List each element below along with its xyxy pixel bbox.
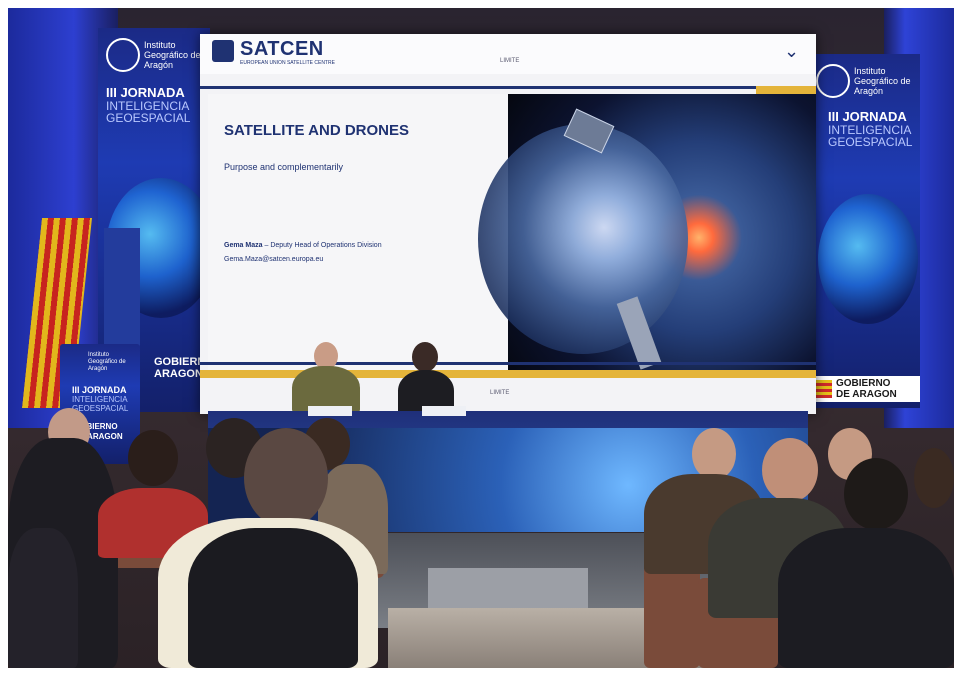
presenter-email: Gema.Maza@satcen.europa.eu (224, 256, 324, 263)
satellite-earth-image (478, 94, 816, 370)
audience-head (844, 458, 908, 530)
chevron-down-icon: ⌄ (784, 41, 800, 61)
institute-logo-icon (106, 38, 140, 72)
slide-title: SATELLITE AND DRONES (224, 122, 410, 139)
earth-graphic (478, 124, 688, 354)
classification-top: LIMITE (500, 58, 520, 64)
aragon-flag-icon (816, 380, 832, 398)
event-title-line3: GEOESPACIAL (828, 135, 913, 149)
institute-name: Instituto Geográfico de Aragón (88, 352, 126, 372)
slide-bottom-gold-bar (200, 370, 816, 378)
speaker-female-head (412, 342, 438, 372)
audience-member (778, 528, 954, 668)
presenter-name: Gema Maza (224, 242, 263, 249)
presenter-line: Gema Maza – Deputy Head of Operations Di… (224, 242, 382, 249)
institute-name: Instituto Geográfico de Aragón (854, 66, 911, 96)
audience-member (8, 528, 78, 668)
satcen-brand-subtitle: EUROPEAN UNION SATELLITE CENTRE (240, 60, 335, 66)
stage-step-block (428, 568, 588, 608)
presenter-role: – Deputy Head of Operations Division (262, 242, 382, 249)
globe-graphic (818, 194, 918, 324)
slide-text-panel: SATELLITE AND DRONES Purpose and complem… (208, 94, 508, 370)
right-event-banner: Instituto Geográfico de Aragón III JORNA… (808, 54, 920, 408)
government-label-line2: DE ARAGON (836, 389, 897, 400)
slide-navy-rule (200, 86, 756, 89)
institute-logo-icon (816, 64, 850, 98)
audience-head (244, 428, 328, 528)
nameplate (308, 406, 352, 416)
event-title-line1: III JORNADA (828, 109, 907, 124)
conference-photo: Instituto Geográfico de Aragón III JORNA… (8, 8, 954, 668)
government-logo-panel: GOBIERNO DE ARAGON (812, 376, 920, 402)
institute-name: Instituto Geográfico de Aragón (144, 40, 201, 70)
nameplate (422, 406, 466, 416)
slide-gold-accent (756, 86, 816, 94)
satcen-brand: SATCEN (240, 38, 324, 60)
event-title-line3: GEOESPACIAL (106, 111, 191, 125)
government-label-line1: GOBIERNO (836, 378, 891, 389)
satcen-logo-icon (212, 40, 234, 62)
government-label-line2: ARAGON (154, 368, 203, 380)
slide-bottom-rule (200, 362, 816, 365)
slide-header: SATCEN EUROPEAN UNION SATELLITE CENTRE L… (200, 34, 816, 74)
audience-head (128, 430, 178, 486)
audience-head (692, 428, 736, 480)
presentation-screen: SATCEN EUROPEAN UNION SATELLITE CENTRE L… (200, 34, 816, 414)
audience-head (914, 448, 954, 508)
event-title-line1: III JORNADA (106, 85, 185, 100)
audience-head (762, 438, 818, 502)
audience-member (188, 528, 358, 668)
classification-bottom: LIMITE (490, 390, 510, 396)
slide-subtitle: Purpose and complementarily (224, 162, 344, 172)
